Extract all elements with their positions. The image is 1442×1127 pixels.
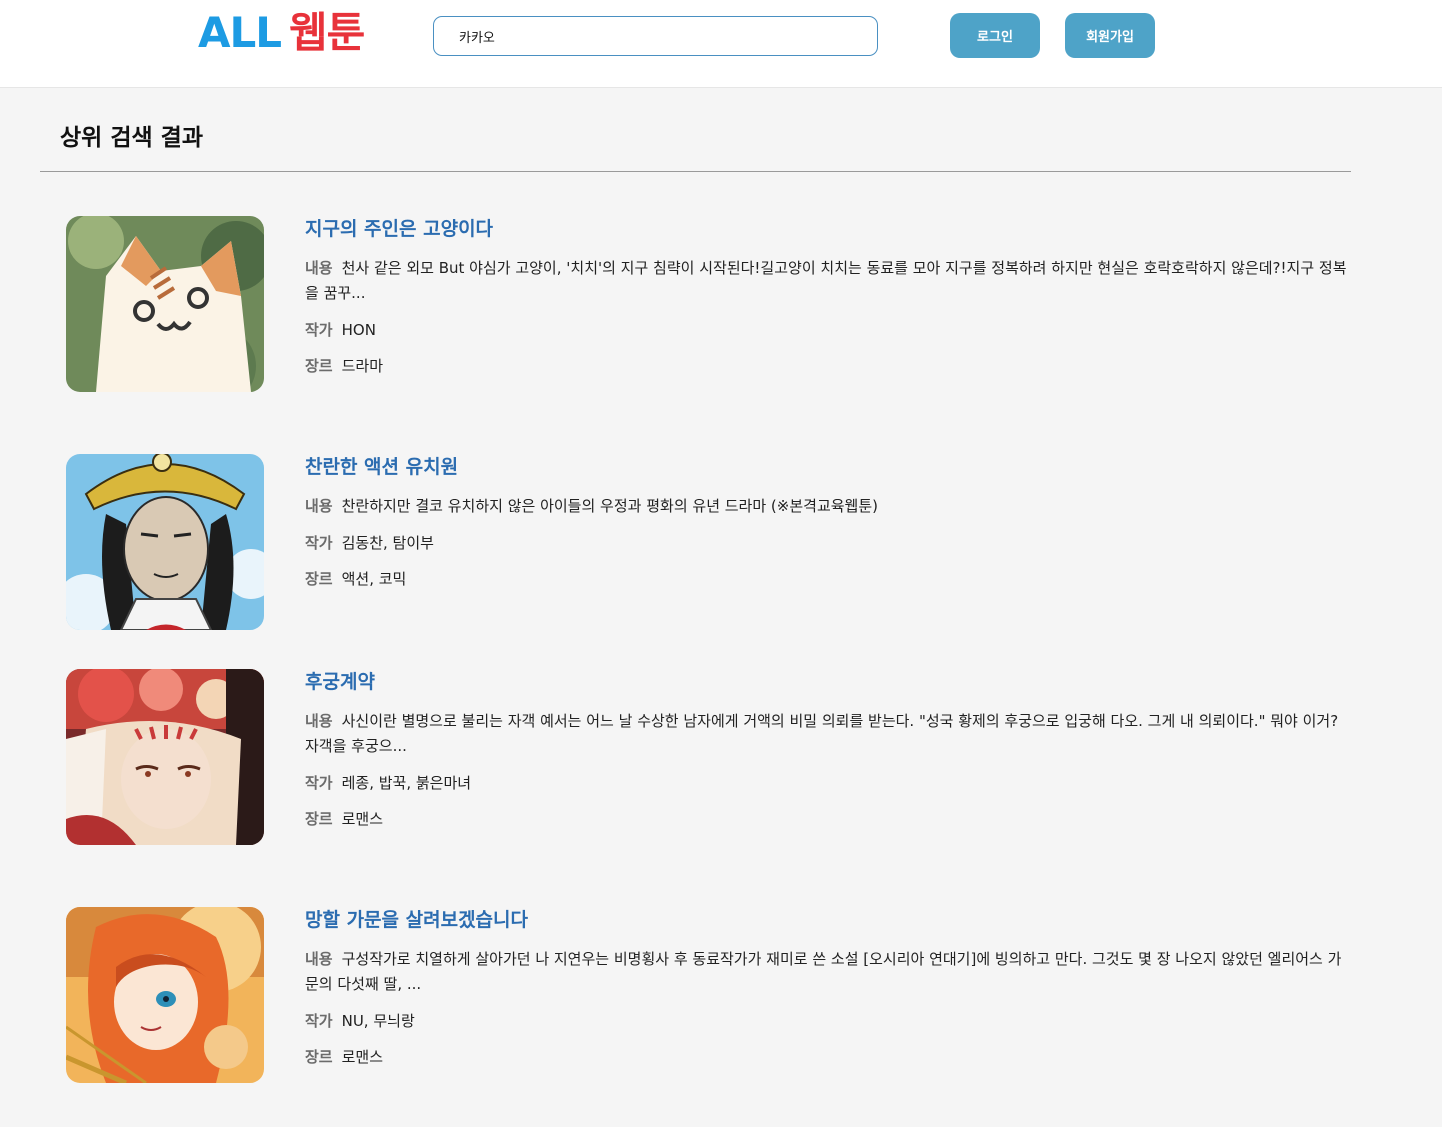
logo-text-all: ALL — [198, 8, 282, 57]
description-text: 구성작가로 치열하게 살아가던 나 지연우는 비명횡사 후 동료작가가 재미로 … — [305, 950, 1342, 993]
result-genre: 장르 로맨스 — [305, 807, 1350, 832]
webtoon-thumbnail[interactable] — [66, 669, 264, 845]
result-info: 후궁계약 내용 사신이란 별명으로 불리는 자객 예서는 어느 날 수상한 남자에… — [305, 669, 1350, 832]
result-author: 작가 NU, 무늬랑 — [305, 1009, 1350, 1034]
description-text: 사신이란 별명으로 불리는 자객 예서는 어느 날 수상한 남자에게 거액의 비… — [305, 712, 1339, 755]
result-description: 내용 찬란하지만 결코 유치하지 않은 아이들의 우정과 평화의 유년 드라마 (… — [305, 494, 1350, 519]
description-text: 찬란하지만 결코 유치하지 않은 아이들의 우정과 평화의 유년 드라마 (※본… — [341, 497, 878, 515]
author-label: 작가 — [305, 1012, 333, 1030]
result-title[interactable]: 후궁계약 — [305, 669, 1350, 695]
genre-text: 로맨스 — [341, 810, 384, 828]
login-button[interactable]: 로그인 — [950, 13, 1040, 58]
kindergarten-thumbnail-image — [66, 454, 264, 630]
description-label: 내용 — [305, 950, 333, 968]
genre-text: 로맨스 — [341, 1048, 384, 1066]
top-header: ALL웹툰 로그인 회원가입 — [0, 0, 1442, 88]
cat-thumbnail-image — [66, 216, 264, 392]
signup-button[interactable]: 회원가입 — [1065, 13, 1155, 58]
genre-label: 장르 — [305, 570, 333, 588]
result-genre: 장르 드라마 — [305, 354, 1350, 379]
author-text: 김동찬, 탐이부 — [341, 534, 434, 552]
site-logo[interactable]: ALL 웹툰 — [198, 8, 365, 58]
webtoon-thumbnail[interactable] — [66, 216, 264, 392]
result-genre: 장르 로맨스 — [305, 1045, 1350, 1070]
author-label: 작가 — [305, 321, 333, 339]
genre-text: 드라마 — [341, 357, 384, 375]
result-info: 망할 가문을 살려보겠습니다 내용 구성작가로 치열하게 살아가던 나 지연우는 … — [305, 907, 1350, 1070]
result-author: 작가 김동찬, 탐이부 — [305, 531, 1350, 556]
genre-label: 장르 — [305, 1048, 333, 1066]
author-text: HON — [341, 321, 376, 339]
author-text: 레종, 밥꾹, 붉은마녀 — [341, 774, 472, 792]
author-label: 작가 — [305, 534, 333, 552]
search-input[interactable] — [433, 16, 878, 56]
genre-label: 장르 — [305, 357, 333, 375]
result-info: 지구의 주인은 고양이다 내용 천사 같은 외모 But 야심가 고양이, '치치… — [305, 216, 1350, 379]
result-genre: 장르 액션, 코믹 — [305, 567, 1350, 592]
webtoon-thumbnail[interactable] — [66, 454, 264, 630]
result-author: 작가 레종, 밥꾹, 붉은마녀 — [305, 771, 1350, 796]
author-text: NU, 무늬랑 — [341, 1012, 415, 1030]
result-author: 작가 HON — [305, 318, 1350, 343]
result-title[interactable]: 찬란한 액션 유치원 — [305, 454, 1350, 480]
author-label: 작가 — [305, 774, 333, 792]
description-label: 내용 — [305, 712, 333, 730]
result-description: 내용 구성작가로 치열하게 살아가던 나 지연우는 비명횡사 후 동료작가가 재미… — [305, 947, 1350, 997]
family-thumbnail-image — [66, 907, 264, 1083]
result-title[interactable]: 지구의 주인은 고양이다 — [305, 216, 1350, 242]
contract-thumbnail-image — [66, 669, 264, 845]
section-title: 상위 검색 결과 — [60, 125, 203, 151]
genre-label: 장르 — [305, 810, 333, 828]
logo-text-webtoon: 웹툰 — [289, 8, 365, 57]
genre-text: 액션, 코믹 — [341, 570, 407, 588]
result-description: 내용 사신이란 별명으로 불리는 자객 예서는 어느 날 수상한 남자에게 거액의… — [305, 709, 1350, 759]
section-divider — [40, 171, 1351, 172]
result-info: 찬란한 액션 유치원 내용 찬란하지만 결코 유치하지 않은 아이들의 우정과 평… — [305, 454, 1350, 592]
webtoon-thumbnail[interactable] — [66, 907, 264, 1083]
description-label: 내용 — [305, 497, 333, 515]
result-title[interactable]: 망할 가문을 살려보겠습니다 — [305, 907, 1350, 933]
description-label: 내용 — [305, 259, 333, 277]
result-description: 내용 천사 같은 외모 But 야심가 고양이, '치치'의 지구 침략이 시작된… — [305, 256, 1350, 306]
description-text: 천사 같은 외모 But 야심가 고양이, '치치'의 지구 침략이 시작된다!… — [305, 259, 1347, 302]
